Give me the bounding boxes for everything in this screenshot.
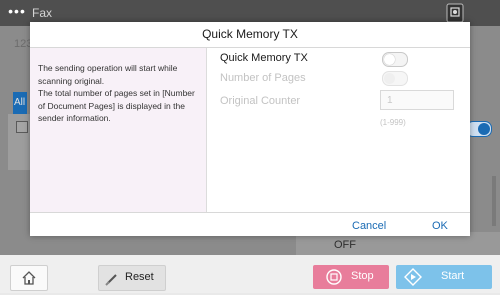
quick-memory-label: Quick Memory TX [220, 52, 308, 64]
number-of-pages-toggle[interactable] [382, 71, 408, 86]
device-status-icon[interactable] [445, 3, 465, 23]
description-pane: The sending operation will start while s… [30, 48, 207, 212]
description-line-1: The sending operation will start while s… [38, 63, 178, 86]
all-tab-label[interactable]: All [14, 97, 25, 108]
reset-icon [105, 274, 117, 286]
description-text: The sending operation will start while s… [38, 62, 200, 125]
bottom-bar: Reset Stop Start [0, 255, 500, 293]
scrollbar[interactable] [492, 176, 496, 226]
app-title: Fax [32, 6, 53, 20]
home-icon [22, 271, 36, 285]
stop-button[interactable]: Stop [313, 265, 389, 289]
menu-icon[interactable]: ••• [6, 2, 28, 24]
reset-button[interactable]: Reset [98, 265, 166, 291]
description-line-2: The total number of pages set in [Number… [38, 88, 195, 123]
original-counter-label: Original Counter [220, 95, 301, 107]
stop-icon [326, 269, 342, 285]
reset-label: Reset [125, 271, 154, 283]
original-counter-input[interactable]: 1 [380, 90, 454, 110]
home-button[interactable] [10, 265, 48, 291]
quick-memory-dialog: Quick Memory TX The sending operation wi… [30, 22, 470, 236]
counter-range-hint: (1-999) [380, 118, 406, 127]
quick-memory-toggle[interactable] [382, 52, 408, 67]
start-icon [404, 268, 422, 286]
cancel-button[interactable]: Cancel [352, 220, 386, 232]
start-button[interactable]: Start [396, 265, 492, 289]
dialog-footer [30, 212, 470, 237]
dialog-title: Quick Memory TX [30, 22, 470, 48]
destination-checkbox[interactable] [16, 121, 28, 133]
quick-memory-setting-status: OFF [334, 239, 356, 251]
start-label: Start [441, 270, 465, 282]
number-of-pages-label: Number of Pages [220, 72, 306, 84]
stop-label: Stop [351, 270, 374, 282]
ok-button[interactable]: OK [432, 220, 448, 232]
